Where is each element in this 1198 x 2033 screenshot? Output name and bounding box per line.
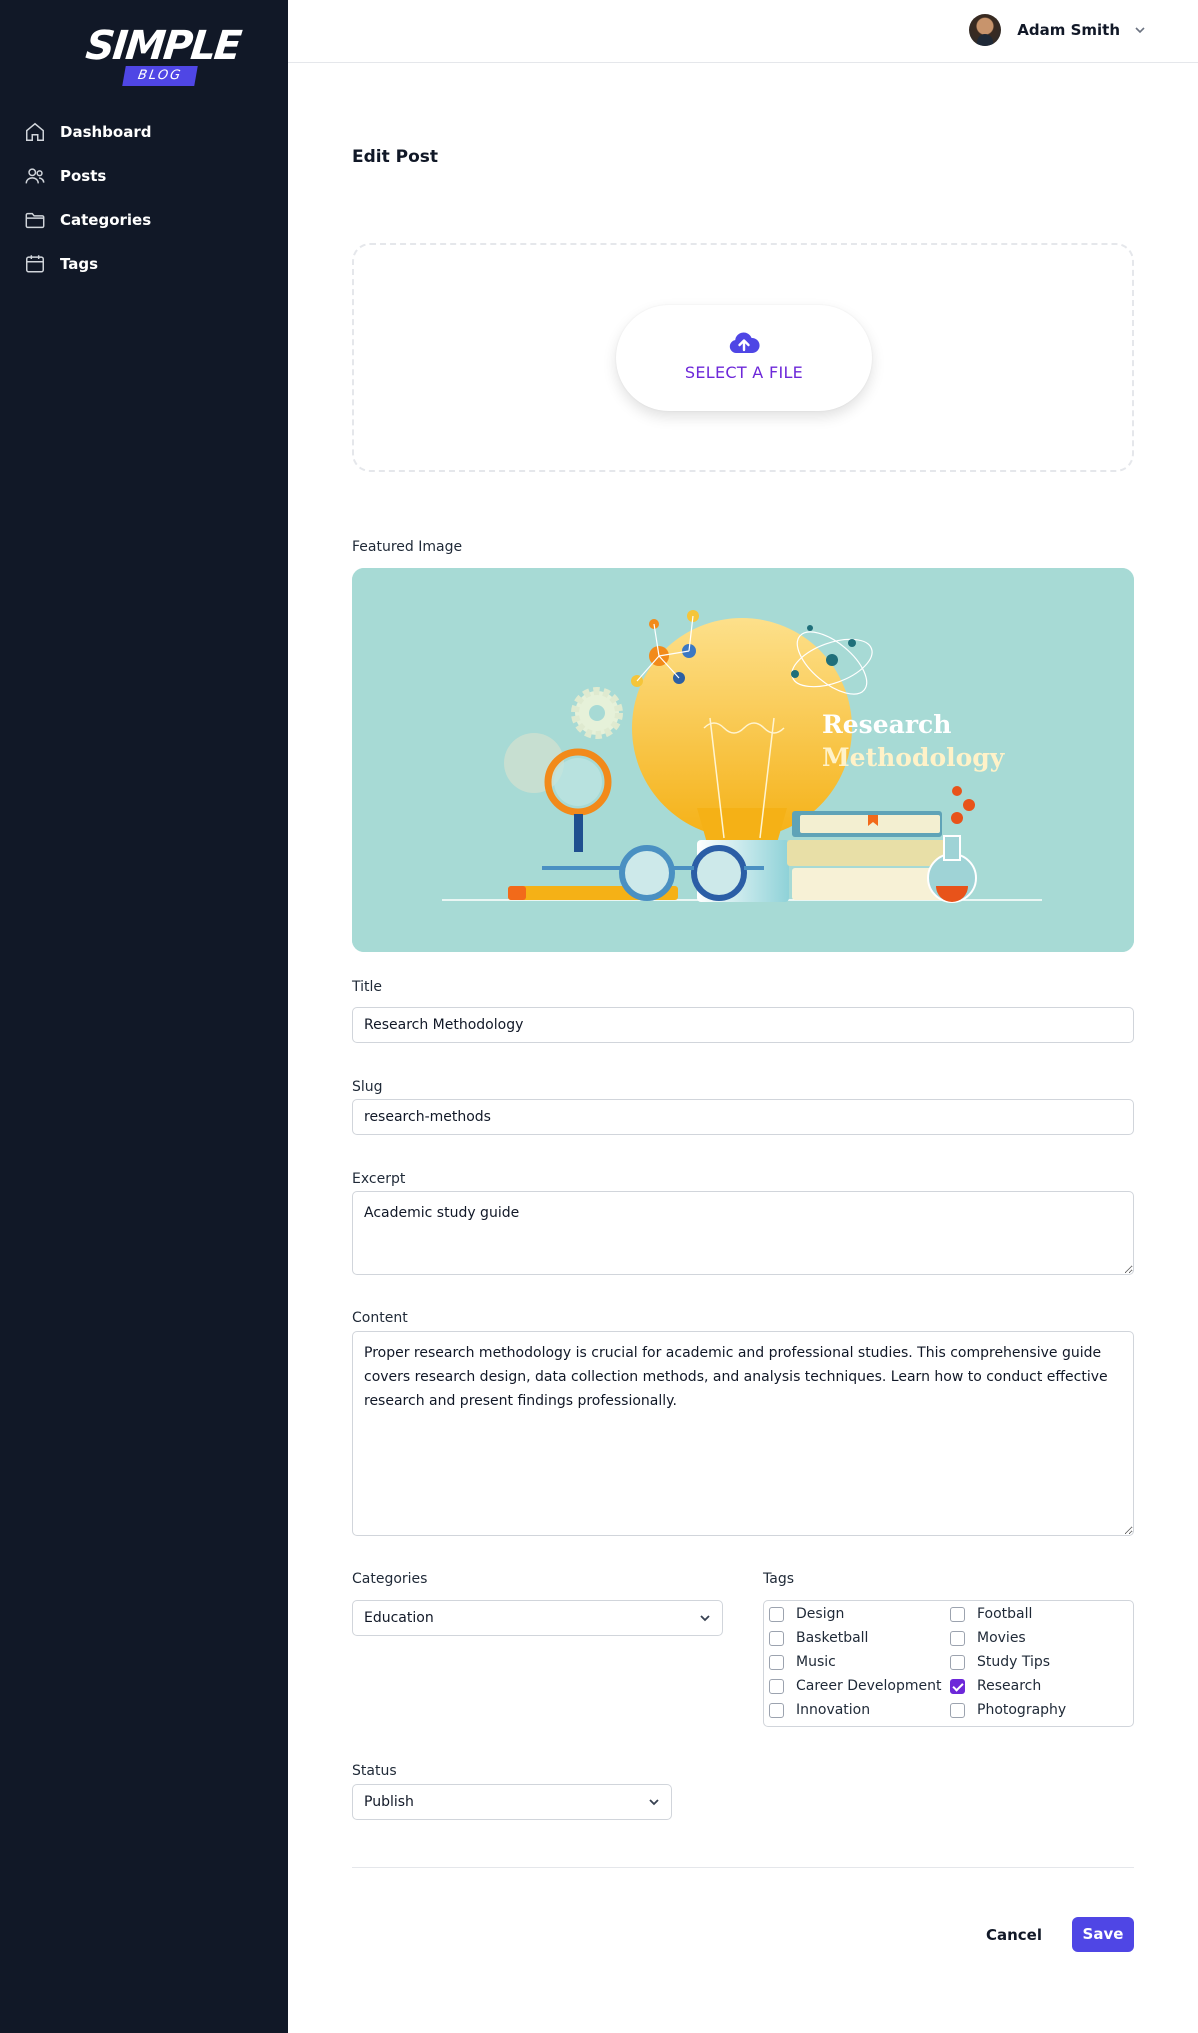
logo-wordmark: SIMPLE <box>83 23 243 69</box>
tag-label: Movies <box>977 1630 1026 1646</box>
tag-label: Study Tips <box>977 1654 1051 1670</box>
sidebar-item-posts[interactable]: Posts <box>0 154 288 198</box>
save-button[interactable]: Save <box>1072 1917 1134 1952</box>
excerpt-textarea[interactable]: Academic study guide <box>352 1191 1134 1275</box>
content-textarea[interactable]: Proper research methodology is crucial f… <box>352 1331 1134 1536</box>
categories-selected-value: Education <box>364 1610 434 1626</box>
excerpt-label: Excerpt <box>352 1171 406 1187</box>
checkbox[interactable] <box>769 1702 784 1718</box>
tag-option[interactable]: Study Tips <box>950 1654 1050 1670</box>
tag-option[interactable]: Music <box>769 1654 836 1670</box>
tag-label: Football <box>977 1606 1033 1622</box>
status-label: Status <box>352 1763 397 1779</box>
form-divider <box>352 1867 1134 1868</box>
tag-label: Basketball <box>796 1630 869 1646</box>
cloud-upload-icon <box>729 332 760 353</box>
sidebar: SIMPLE BLOG Dashboard Posts Categories T… <box>0 0 288 2033</box>
chevron-down-icon <box>700 1615 710 1622</box>
checkbox[interactable] <box>769 1630 784 1646</box>
image-title-line2: Methodology <box>822 743 1006 772</box>
checkbox-checked[interactable] <box>950 1678 965 1694</box>
checkbox[interactable] <box>950 1702 965 1718</box>
sidebar-item-categories[interactable]: Categories <box>0 198 288 242</box>
sidebar-item-label: Posts <box>60 167 107 185</box>
checkbox[interactable] <box>950 1630 965 1646</box>
featured-illustration: Research Methodology <box>352 568 1134 952</box>
image-title-line1: Research <box>822 710 951 739</box>
avatar <box>969 14 1002 46</box>
featured-image-label: Featured Image <box>352 539 463 555</box>
sidebar-item-label: Dashboard <box>60 123 152 141</box>
select-file-button[interactable]: SELECT A FILE <box>616 305 872 411</box>
tag-label: Design <box>796 1606 845 1622</box>
tag-option[interactable]: Football <box>950 1606 1032 1622</box>
logo[interactable]: SIMPLE BLOG <box>84 23 242 88</box>
sidebar-item-tags[interactable]: Tags <box>0 242 288 286</box>
cancel-button[interactable]: Cancel <box>984 1918 1044 1952</box>
chevron-down-icon <box>649 1799 659 1806</box>
tag-option[interactable]: Career Development <box>769 1678 941 1694</box>
tag-label: Research <box>977 1678 1042 1694</box>
sidebar-nav: Dashboard Posts Categories Tags <box>0 110 288 286</box>
title-label: Title <box>352 979 383 995</box>
title-input[interactable] <box>352 1007 1134 1043</box>
page-title: Edit Post <box>352 147 439 167</box>
slug-input[interactable] <box>352 1099 1134 1135</box>
sidebar-item-label: Tags <box>60 255 99 273</box>
file-dropzone[interactable]: SELECT A FILE <box>352 243 1134 472</box>
categories-select[interactable]: Education <box>352 1600 723 1636</box>
status-selected-value: Publish <box>364 1794 414 1810</box>
featured-image: Research Methodology <box>352 568 1134 952</box>
checkbox[interactable] <box>769 1678 784 1694</box>
calendar-icon <box>26 255 44 273</box>
tag-label: Photography <box>977 1702 1067 1718</box>
top-header: Adam Smith <box>288 0 1198 63</box>
logo-badge: BLOG <box>122 66 198 86</box>
tag-option[interactable]: Innovation <box>769 1702 870 1718</box>
tag-label: Innovation <box>796 1702 871 1718</box>
checkbox[interactable] <box>769 1654 784 1670</box>
tag-label: Music <box>796 1654 836 1670</box>
chevron-down-icon <box>1135 27 1145 34</box>
checkbox[interactable] <box>769 1606 784 1622</box>
folder-icon <box>25 212 45 229</box>
tags-label: Tags <box>763 1571 794 1587</box>
user-name: Adam Smith <box>1017 21 1120 39</box>
tag-label: Career Development <box>796 1678 942 1694</box>
tag-option[interactable]: Movies <box>950 1630 1026 1646</box>
select-file-label: SELECT A FILE <box>684 363 804 382</box>
checkbox[interactable] <box>950 1654 965 1670</box>
categories-label: Categories <box>352 1571 428 1587</box>
home-icon <box>26 122 44 141</box>
tag-option[interactable]: Photography <box>950 1702 1066 1718</box>
content-label: Content <box>352 1310 408 1326</box>
users-icon <box>25 168 45 184</box>
status-select[interactable]: Publish <box>352 1784 672 1820</box>
checkbox[interactable] <box>950 1606 965 1622</box>
tag-option[interactable]: Design <box>769 1606 844 1622</box>
tags-checkbox-group: Design Football Basketball Movies Music … <box>763 1600 1134 1727</box>
user-menu[interactable]: Adam Smith <box>969 14 1146 46</box>
tag-option[interactable]: Basketball <box>769 1630 868 1646</box>
slug-label: Slug <box>352 1079 383 1095</box>
tag-option[interactable]: Research <box>950 1678 1041 1694</box>
sidebar-item-label: Categories <box>60 211 152 229</box>
sidebar-item-dashboard[interactable]: Dashboard <box>0 110 288 154</box>
